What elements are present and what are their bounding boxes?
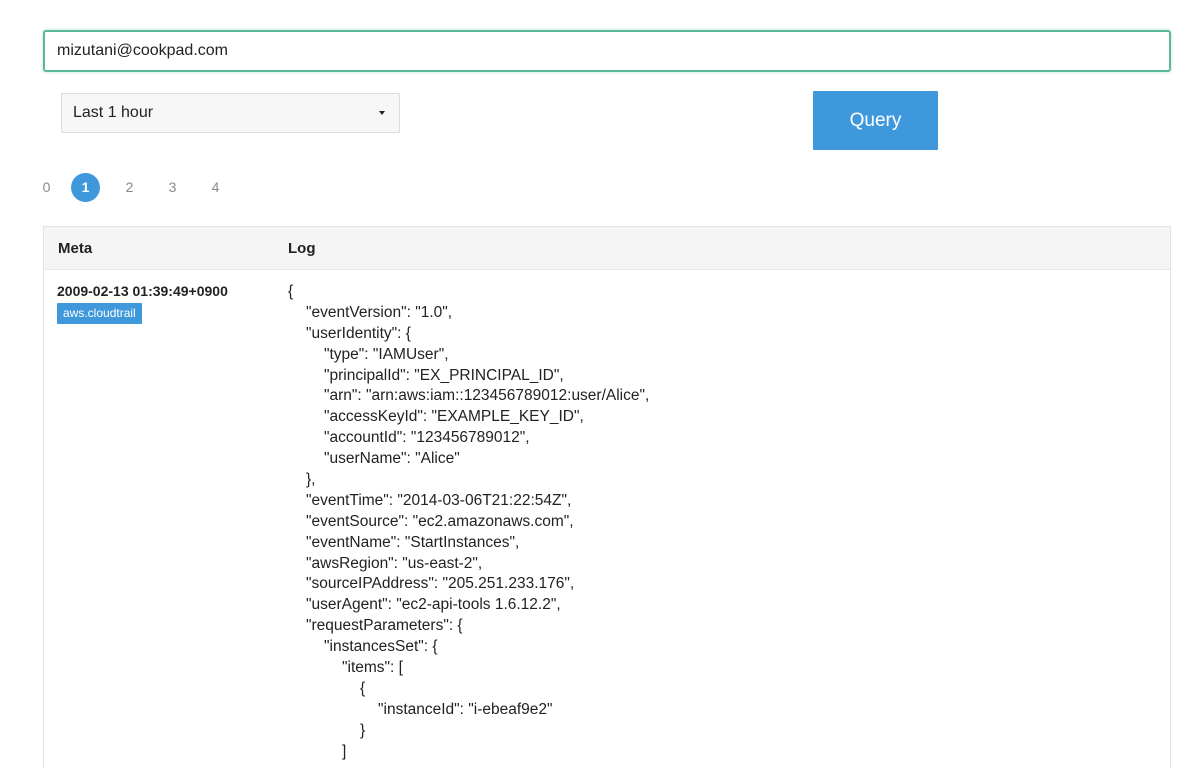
meta-cell: 2009-02-13 01:39:49+0900 aws.cloudtrail: [44, 282, 288, 762]
log-line: ]: [342, 742, 347, 760]
log-line: "arn": "arn:aws:iam::123456789012:user/A…: [324, 387, 650, 405]
column-header-meta: Meta: [58, 239, 93, 257]
log-line: "instanceId": "i-ebeaf9e2": [378, 700, 553, 718]
log-line: "instancesSet": {: [324, 638, 438, 656]
log-line: "eventSource": "ec2.amazonaws.com",: [306, 512, 574, 530]
caret-down-icon: [379, 111, 385, 115]
log-line: "eventTime": "2014-03-06T21:22:54Z",: [306, 491, 572, 509]
event-timestamp: 2009-02-13 01:39:49+0900: [57, 283, 228, 299]
results-table: Meta Log 2009-02-13 01:39:49+0900 aws.cl…: [43, 226, 1171, 768]
source-badge[interactable]: aws.cloudtrail: [57, 303, 142, 324]
log-line: }: [360, 721, 366, 739]
page-link-3[interactable]: 3: [159, 174, 186, 201]
page-link-2[interactable]: 2: [116, 174, 143, 201]
log-line: "userIdentity": {: [306, 324, 411, 342]
pagination: 01234: [33, 172, 245, 202]
log-cell: { "eventVersion": "1.0", "userIdentity": {…: [288, 282, 1170, 762]
page-link-4[interactable]: 4: [202, 174, 229, 201]
log-line: "items": [: [342, 659, 403, 677]
time-range-select[interactable]: Last 1 hour: [61, 93, 400, 133]
column-header-log: Log: [288, 239, 316, 257]
page-link-1[interactable]: 1: [71, 172, 100, 202]
log-line: {: [360, 679, 366, 697]
log-line: "sourceIPAddress": "205.251.233.176",: [306, 575, 575, 593]
log-line: "accessKeyId": "EXAMPLE_KEY_ID",: [324, 408, 584, 426]
log-line: "awsRegion": "us-east-2",: [306, 554, 483, 572]
query-button[interactable]: Query: [813, 91, 938, 150]
log-line: "userAgent": "ec2-api-tools 1.6.12.2",: [306, 596, 561, 614]
table-header: Meta Log: [44, 227, 1170, 270]
table-row: 2009-02-13 01:39:49+0900 aws.cloudtrail …: [44, 270, 1170, 762]
log-line: "principalId": "EX_PRINCIPAL_ID",: [324, 366, 564, 384]
log-line: "type": "IAMUser",: [324, 345, 449, 363]
log-line: "accountId": "123456789012",: [324, 429, 530, 447]
log-line: "eventVersion": "1.0",: [306, 303, 453, 321]
log-line: "eventName": "StartInstances",: [306, 533, 520, 551]
log-line: "requestParameters": {: [306, 617, 463, 635]
page-link-0[interactable]: 0: [33, 174, 60, 201]
log-search-page: Last 1 hour Query 01234 Meta Log 2009-02…: [0, 0, 1200, 768]
log-line: {: [288, 283, 294, 300]
search-input[interactable]: [43, 30, 1171, 72]
time-range-selected: Last 1 hour: [73, 104, 154, 121]
log-line: "userName": "Alice": [324, 450, 460, 468]
log-line: },: [306, 471, 316, 489]
